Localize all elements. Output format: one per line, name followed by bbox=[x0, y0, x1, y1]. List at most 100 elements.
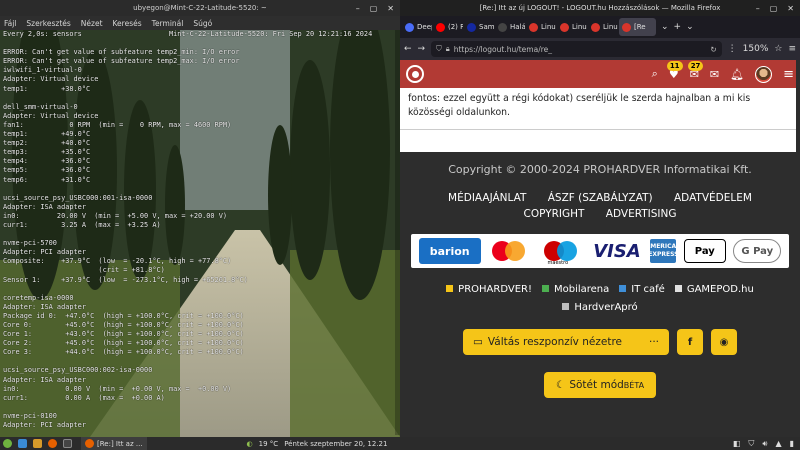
terminal-line: coretemp-isa-0000 bbox=[3, 293, 74, 302]
comments-icon[interactable]: ✉ 27 bbox=[687, 60, 704, 81]
responsive-view-button[interactable]: ▭ Váltás reszponzív nézetre ··· bbox=[463, 329, 669, 355]
link-media[interactable]: MÉDIAAJÁNLAT bbox=[448, 192, 526, 204]
tab-favicon-icon bbox=[560, 22, 569, 32]
browser-tab[interactable]: Linu bbox=[588, 18, 618, 36]
user-avatar[interactable] bbox=[755, 65, 773, 83]
menu-edit[interactable]: Szerkesztés bbox=[26, 19, 70, 28]
hamburger-menu-icon[interactable]: ≡ bbox=[788, 44, 796, 54]
shield-icon[interactable]: ⛉ bbox=[436, 44, 442, 54]
back-icon[interactable]: ← bbox=[404, 44, 412, 54]
page-scrollbar[interactable] bbox=[796, 60, 800, 437]
browser-tab[interactable]: (2) R bbox=[433, 18, 463, 36]
mint-menu-icon[interactable] bbox=[3, 439, 12, 448]
desktop: ubyegon@Mint-C-22-Latitude-5520: ~ – ▢ ✕… bbox=[0, 0, 800, 450]
terminal-line: temp5: +36.0°C bbox=[3, 166, 91, 175]
logout-logo[interactable] bbox=[406, 65, 424, 83]
brand-link[interactable]: PROHARDVER! bbox=[446, 284, 532, 295]
moon-icon: ☾ bbox=[555, 379, 566, 391]
browser-tab[interactable]: Halá bbox=[495, 18, 525, 36]
browser-tab[interactable]: Linu bbox=[526, 18, 556, 36]
battery-icon[interactable]: ▮ bbox=[790, 439, 794, 449]
browser-tab[interactable]: Linu bbox=[557, 18, 587, 36]
bell-icon[interactable]: 🔔︎ bbox=[730, 68, 744, 81]
minimize-icon[interactable]: – bbox=[756, 4, 760, 13]
tab-favicon-icon bbox=[405, 22, 414, 32]
tab-list-icon[interactable]: ⌄ bbox=[686, 22, 694, 32]
menu-help[interactable]: Súgó bbox=[193, 19, 212, 28]
brand-link[interactable]: HardverApró bbox=[562, 302, 638, 313]
zoom-level[interactable]: 150% bbox=[743, 44, 769, 54]
hamburger-icon[interactable]: ≡ bbox=[783, 67, 794, 82]
tab-favicon-icon bbox=[467, 22, 476, 32]
tab-list-icon[interactable]: ⌄ bbox=[661, 22, 669, 32]
files-icon[interactable] bbox=[33, 439, 42, 448]
maximize-icon[interactable]: ▢ bbox=[770, 4, 778, 13]
brand-square-icon bbox=[541, 285, 549, 292]
brand-label: GAMEPOD.hu bbox=[686, 284, 754, 295]
terminal-line: Sensor 1: +37.9°C (low = -273.1°C, high … bbox=[3, 275, 248, 284]
messages-icon[interactable]: ♥ 11 bbox=[666, 60, 683, 81]
reload-icon[interactable]: ↻ bbox=[710, 45, 716, 54]
maximize-icon[interactable]: ▢ bbox=[370, 4, 378, 13]
comments-badge: 27 bbox=[687, 60, 704, 71]
google-pay-logo: G Pay bbox=[733, 239, 782, 263]
menu-search[interactable]: Keresés bbox=[113, 19, 142, 28]
link-privacy[interactable]: ADATVÉDELEM bbox=[674, 192, 752, 204]
link-terms[interactable]: ÁSZF (SZABÁLYZAT) bbox=[548, 192, 653, 204]
firefox-small-icon bbox=[85, 439, 94, 448]
terminal-output[interactable]: Every 2,0s: sensors Mint-C-22-Latitude-5… bbox=[3, 30, 395, 435]
weather-temp[interactable]: 19 °C bbox=[259, 440, 279, 448]
browser-tab[interactable]: [Re bbox=[619, 18, 656, 36]
lock-icon[interactable]: 🔒︎ bbox=[446, 44, 450, 54]
terminal-line: Adapter: PCI adapter bbox=[3, 248, 86, 257]
link-advertising[interactable]: ADVERTISING bbox=[606, 208, 677, 220]
facebook-button[interactable]: f bbox=[677, 329, 703, 355]
terminal-line: (crit = +81.8°C) bbox=[3, 266, 165, 275]
terminal-titlebar[interactable]: ubyegon@Mint-C-22-Latitude-5520: ~ – ▢ ✕ bbox=[0, 0, 400, 16]
taskbar-app-firefox[interactable]: [Re:] Itt az ... bbox=[81, 437, 147, 450]
more-icon: ··· bbox=[649, 336, 660, 348]
minimize-icon[interactable]: – bbox=[356, 4, 360, 13]
browser-titlebar[interactable]: [Re:] Itt az új LOGOUT! - LOGOUT.hu Hozz… bbox=[400, 0, 800, 16]
close-icon[interactable]: ✕ bbox=[787, 4, 794, 13]
tray-app-icon[interactable]: ◧ bbox=[733, 439, 741, 449]
tab-favicon-icon bbox=[529, 22, 538, 32]
volume-icon[interactable]: 🔊︎ bbox=[762, 439, 767, 449]
envelope-icon[interactable]: ✉ bbox=[710, 68, 719, 81]
network-icon[interactable]: ▲ bbox=[775, 439, 781, 449]
search-icon[interactable]: ⌕ bbox=[652, 67, 658, 81]
terminal-line: Adapter: Virtual device bbox=[3, 75, 99, 84]
brand-square-icon bbox=[562, 303, 570, 310]
brand-link[interactable]: IT café bbox=[619, 284, 665, 295]
terminal-line: ucsi_source_psy_USBC000:001-isa-0000 bbox=[3, 193, 153, 202]
desktop-icon[interactable] bbox=[18, 439, 27, 448]
firefox-icon[interactable] bbox=[48, 439, 57, 448]
url-bar[interactable]: ⛉ 🔒︎ https://logout.hu/tema/re_ ↻ bbox=[431, 41, 722, 57]
terminal-line: Core 2: +45.0°C (high = +100.0°C, crit =… bbox=[3, 339, 244, 348]
link-copyright[interactable]: COPYRIGHT bbox=[524, 208, 585, 220]
menu-terminal[interactable]: Terminál bbox=[152, 19, 184, 28]
terminal-icon[interactable] bbox=[63, 439, 72, 448]
menu-file[interactable]: Fájl bbox=[4, 19, 16, 28]
terminal-line: in0: 20.00 V (min = +5.00 V, max = +20.0… bbox=[3, 211, 228, 220]
bookmark-star-icon[interactable]: ☆ bbox=[774, 44, 782, 54]
brand-link[interactable]: GAMEPOD.hu bbox=[674, 284, 754, 295]
rss-button[interactable]: ◉ bbox=[711, 329, 737, 355]
terminal-line: temp1: +49.0°C bbox=[3, 130, 91, 139]
updates-icon[interactable]: ⛉ bbox=[748, 439, 754, 449]
terminal-line: temp6: +31.0°C bbox=[3, 175, 91, 184]
terminal-line: Every 2,0s: sensors Mint-C-22-Latitude-5… bbox=[3, 30, 373, 38]
browser-tab[interactable]: Sam bbox=[464, 18, 494, 36]
new-tab-icon[interactable]: + bbox=[674, 22, 682, 32]
clock[interactable]: Péntek szeptember 20, 12.21 bbox=[284, 440, 387, 448]
menu-view[interactable]: Nézet bbox=[81, 19, 103, 28]
close-icon[interactable]: ✕ bbox=[387, 4, 394, 13]
tab-label: Halá bbox=[510, 23, 525, 31]
taskbar: [Re:] Itt az ... ◐ 19 °C Péntek szeptemb… bbox=[0, 437, 800, 450]
messages-badge: 11 bbox=[666, 60, 683, 71]
dark-mode-button[interactable]: ☾ Sötét mód BÉTA bbox=[544, 372, 656, 398]
brand-link[interactable]: Mobilarena bbox=[541, 284, 609, 295]
browser-tab[interactable]: Deep bbox=[402, 18, 432, 36]
forward-icon[interactable]: → bbox=[418, 44, 426, 54]
